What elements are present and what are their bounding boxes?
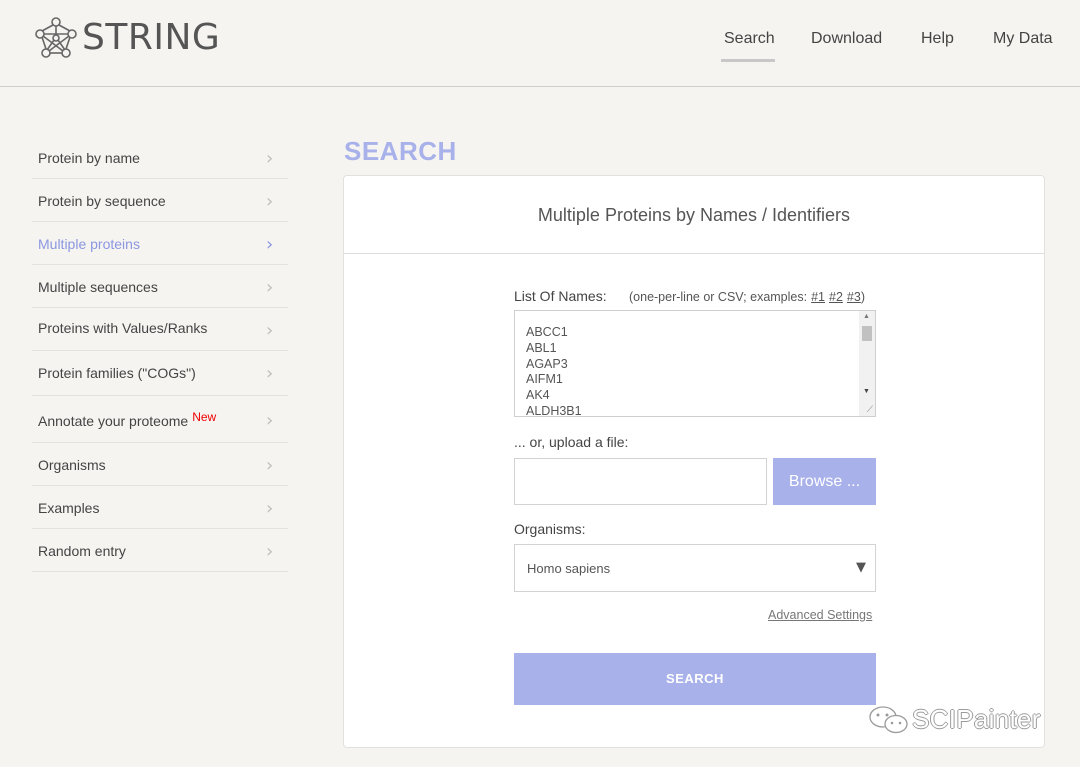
textarea-scrollbar[interactable]: ▲ ▼ <box>859 311 875 416</box>
sidebar-item-organisms[interactable]: Organisms › <box>32 443 288 486</box>
sidebar-item-protein-by-name[interactable]: Protein by name › <box>32 136 288 179</box>
sidebar-item-label: Multiple sequences <box>38 279 158 295</box>
top-header: STRING Search Download Help My Data <box>0 0 1080 87</box>
nav-active-indicator <box>721 59 775 62</box>
page-title: SEARCH <box>344 136 457 166</box>
chevron-right-icon: › <box>266 410 274 431</box>
sidebar-item-multiple-proteins[interactable]: Multiple proteins › <box>32 222 288 265</box>
list-item: ABL1 <box>526 340 557 355</box>
nav-download[interactable]: Download <box>811 30 882 48</box>
network-logo-icon <box>35 17 77 58</box>
sidebar-item-proteins-with-values[interactable]: Proteins with Values/Ranks › <box>32 308 288 351</box>
upload-label: ... or, upload a file: <box>514 434 629 450</box>
sidebar-item-label: Examples <box>38 500 100 516</box>
panel-title: Multiple Proteins by Names / Identifiers <box>537 205 851 225</box>
organisms-label: Organisms: <box>514 521 586 537</box>
example-link-2[interactable]: #2 <box>829 290 843 304</box>
chevron-right-icon: › <box>266 363 274 384</box>
nav-my-data[interactable]: My Data <box>993 30 1053 48</box>
new-badge: New <box>192 410 217 424</box>
names-hint-close: ) <box>860 290 865 304</box>
chevron-right-icon: › <box>266 148 274 169</box>
sidebar-item-text: Annotate your proteome <box>38 413 189 429</box>
list-item: ALDH3B1 <box>526 403 582 417</box>
names-hint-text: (one-per-line or CSV; examples: <box>629 290 808 304</box>
names-label: List Of Names: <box>514 288 607 304</box>
watermark: SCIPainter <box>868 704 1041 735</box>
caret-down-icon: ▼ <box>856 560 866 575</box>
sidebar-item-label: Protein families ("COGs") <box>38 365 196 381</box>
sidebar-item-protein-by-sequence[interactable]: Protein by sequence › <box>32 179 288 222</box>
scroll-down-icon[interactable]: ▼ <box>863 388 870 395</box>
sidebar-item-label: Protein by name <box>38 150 140 166</box>
names-hint: (one-per-line or CSV; examples: #1 #2 #3) <box>629 290 865 304</box>
chevron-right-icon: › <box>266 541 274 562</box>
example-link-3[interactable]: #3 <box>847 290 861 304</box>
search-button[interactable]: SEARCH <box>514 653 876 705</box>
chevron-right-icon: › <box>266 498 274 519</box>
list-item: AK4 <box>526 388 550 403</box>
wechat-icon <box>869 705 908 733</box>
sidebar-item-annotate-proteome[interactable]: Annotate your proteome New › <box>32 396 288 443</box>
browse-button[interactable]: Browse ... <box>773 458 876 505</box>
chevron-right-icon: › <box>266 234 274 255</box>
sidebar-item-multiple-sequences[interactable]: Multiple sequences › <box>32 265 288 308</box>
sidebar: Protein by name › Protein by sequence › … <box>32 136 288 572</box>
panel-header: Multiple Proteins by Names / Identifiers <box>344 176 1044 254</box>
string-logo[interactable]: STRING <box>34 16 220 60</box>
nav-search[interactable]: Search <box>724 30 775 48</box>
organism-value: Homo sapiens <box>527 561 611 576</box>
scrollbar-thumb[interactable] <box>862 326 872 341</box>
sidebar-item-label: Multiple proteins <box>38 236 140 252</box>
scroll-up-icon[interactable]: ▲ <box>863 313 870 320</box>
list-item: AGAP3 <box>526 356 568 371</box>
sidebar-item-examples[interactable]: Examples › <box>32 486 288 529</box>
logo-text: STRING <box>82 17 221 58</box>
sidebar-item-label: Organisms <box>38 457 106 473</box>
sidebar-item-protein-families[interactable]: Protein families ("COGs") › <box>32 351 288 396</box>
chevron-right-icon: › <box>266 455 274 476</box>
chevron-right-icon: › <box>266 191 274 212</box>
sidebar-item-label: Proteins with Values/Ranks <box>38 320 208 336</box>
nav-help[interactable]: Help <box>921 30 954 48</box>
sidebar-item-random-entry[interactable]: Random entry › <box>32 529 288 572</box>
list-item: AIFM1 <box>526 372 563 387</box>
watermark-text: SCIPainter <box>912 704 1041 734</box>
chevron-right-icon: › <box>266 277 274 298</box>
example-link-1[interactable]: #1 <box>811 290 825 304</box>
advanced-settings-link[interactable]: Advanced Settings <box>768 608 872 622</box>
names-textarea[interactable]: ABCC1 ABL1 AGAP3 AIFM1 AK4 ALDH3B1 ▲ ▼ ⟋ <box>514 310 876 417</box>
chevron-right-icon: › <box>266 320 274 341</box>
organism-select[interactable]: Homo sapiens ▼ <box>514 544 876 592</box>
sidebar-item-label: Annotate your proteome New <box>38 410 217 429</box>
search-panel: Multiple Proteins by Names / Identifiers… <box>343 175 1045 748</box>
names-list: ABCC1 ABL1 AGAP3 AIFM1 AK4 ALDH3B1 <box>526 325 582 417</box>
file-path-input[interactable] <box>514 458 767 505</box>
resize-handle-icon[interactable]: ⟋ <box>867 404 873 415</box>
sidebar-item-label: Random entry <box>38 543 126 559</box>
list-item: ABCC1 <box>526 325 568 339</box>
sidebar-item-label: Protein by sequence <box>38 193 166 209</box>
